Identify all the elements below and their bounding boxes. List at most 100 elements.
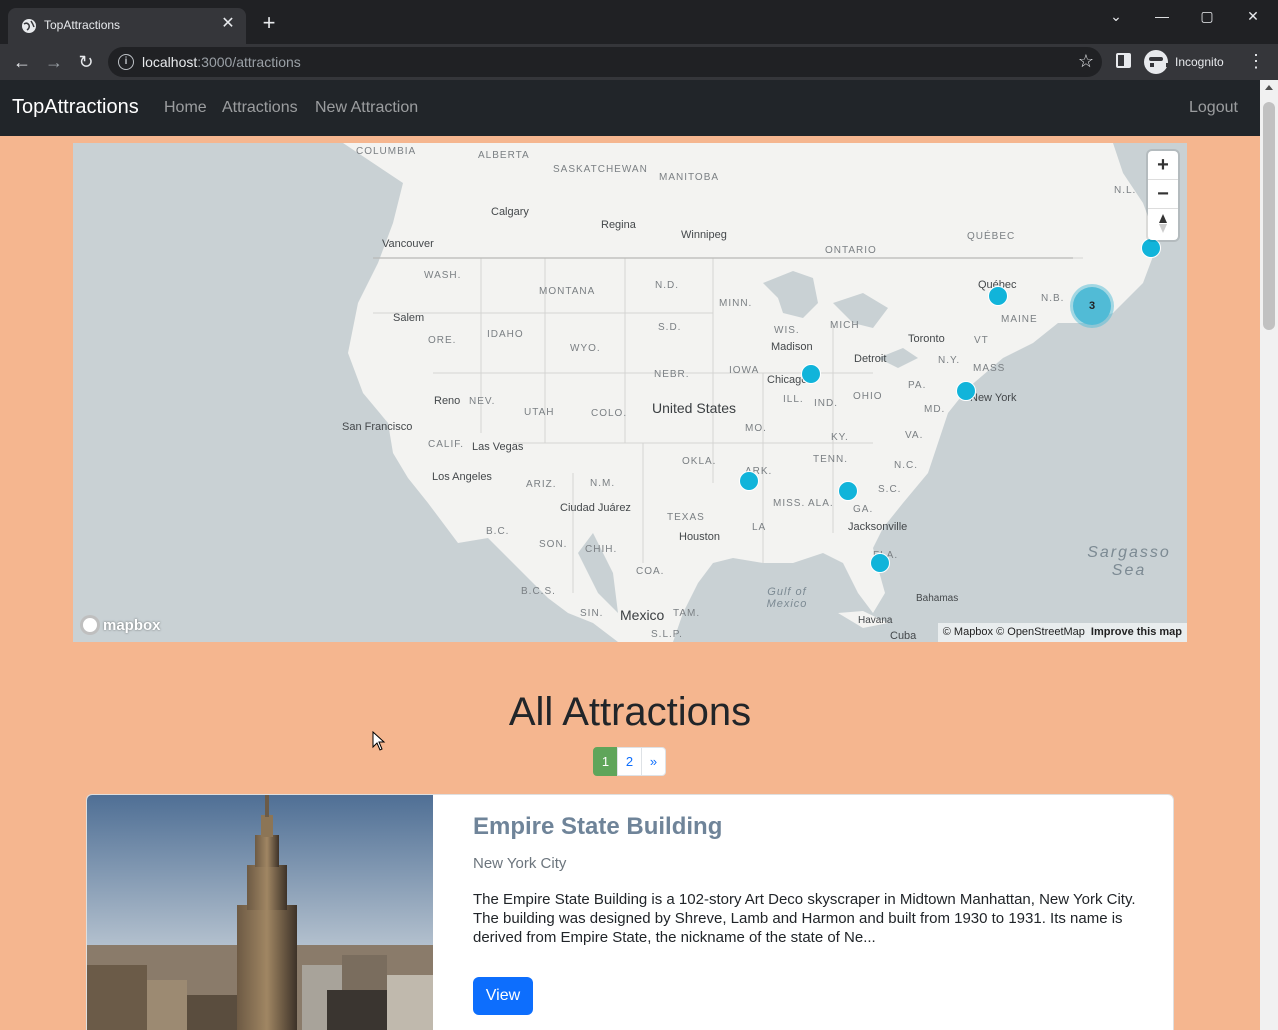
map-label: N.C. bbox=[894, 460, 918, 471]
map-label: SIN. bbox=[580, 608, 604, 619]
globe-icon bbox=[22, 19, 36, 33]
map-label: VA. bbox=[905, 430, 924, 441]
page-scrollbar[interactable] bbox=[1260, 80, 1278, 1030]
site-navbar: TopAttractions Home Attractions New Attr… bbox=[0, 80, 1260, 136]
map-label: WIS. bbox=[774, 325, 800, 336]
back-icon[interactable]: ← bbox=[10, 50, 34, 74]
map-label: IND. bbox=[814, 398, 838, 409]
attraction-location: New York City bbox=[473, 855, 567, 872]
map-label: NEV. bbox=[469, 396, 496, 407]
mapbox-logo[interactable]: mapbox bbox=[80, 615, 161, 635]
map-label: N.L. bbox=[1114, 185, 1137, 196]
map-city: Ciudad Juárez bbox=[560, 502, 631, 514]
map-city: New York bbox=[970, 392, 1017, 404]
map-label: TEXAS bbox=[667, 512, 705, 523]
map-label: ILL. bbox=[783, 394, 804, 405]
browser-menu-icon[interactable]: ⋮ bbox=[1247, 52, 1265, 70]
site-info-icon[interactable]: i bbox=[118, 54, 134, 70]
map-label: OHIO bbox=[853, 391, 883, 402]
map-label: N.M. bbox=[590, 478, 616, 489]
map-marker[interactable] bbox=[956, 381, 976, 401]
map-marker[interactable] bbox=[870, 553, 890, 573]
map-marker[interactable] bbox=[988, 286, 1008, 306]
map-label: N.D. bbox=[655, 280, 679, 291]
improve-map-link[interactable]: Improve this map bbox=[1091, 626, 1182, 638]
map-city: Cuba bbox=[890, 630, 917, 642]
cluster-map[interactable]: COLUMBIA ALBERTA SASKATCHEWAN MANITOBA N… bbox=[73, 143, 1187, 642]
map-city: Calgary bbox=[491, 206, 529, 218]
pagination: 1 2 » bbox=[593, 747, 666, 776]
map-basemap bbox=[73, 143, 1187, 642]
map-cluster[interactable]: 3 bbox=[1073, 287, 1111, 325]
map-label: WASH. bbox=[424, 270, 462, 281]
page-1-link[interactable]: 1 bbox=[593, 747, 618, 776]
compass-icon[interactable] bbox=[1148, 209, 1178, 238]
close-tab-icon[interactable]: ✕ bbox=[218, 14, 238, 34]
tab-search-icon[interactable]: ⌄ bbox=[1102, 6, 1130, 26]
page-2-link[interactable]: 2 bbox=[617, 747, 642, 776]
map-city: Havana bbox=[858, 615, 893, 626]
map-city: Reno bbox=[434, 395, 461, 407]
side-panel-icon[interactable] bbox=[1116, 53, 1131, 68]
map-label: SON. bbox=[539, 539, 568, 550]
address-bar[interactable]: i localhost:3000/attractions ☆ bbox=[108, 47, 1102, 77]
scrollbar-thumb[interactable] bbox=[1263, 102, 1275, 330]
close-window-icon[interactable]: ✕ bbox=[1239, 6, 1267, 26]
map-marker[interactable] bbox=[1141, 238, 1161, 258]
scroll-up-icon[interactable] bbox=[1265, 85, 1273, 90]
next-page-link[interactable]: » bbox=[641, 747, 666, 776]
minimize-icon[interactable]: — bbox=[1148, 6, 1176, 26]
map-label: VT bbox=[974, 335, 989, 346]
maximize-icon[interactable]: ▢ bbox=[1193, 6, 1221, 26]
map-label: MD. bbox=[924, 404, 946, 415]
map-label: S.L.P. bbox=[651, 629, 683, 640]
map-label: UTAH bbox=[524, 407, 555, 418]
map-city: Detroit bbox=[854, 353, 887, 365]
zoom-in-icon[interactable]: + bbox=[1148, 151, 1178, 180]
map-label: MASS bbox=[973, 363, 1006, 374]
map-label: TAM. bbox=[673, 608, 701, 619]
nav-link-attractions[interactable]: Attractions bbox=[222, 99, 298, 117]
incognito-profile-button[interactable]: Incognito bbox=[1144, 49, 1224, 75]
map-city: Toronto bbox=[908, 333, 945, 345]
new-tab-icon[interactable]: + bbox=[258, 12, 280, 35]
map-label: LA bbox=[752, 522, 767, 533]
map-label: MANITOBA bbox=[659, 172, 720, 183]
map-attribution: © Mapbox © OpenStreetMap Improve this map bbox=[937, 623, 1187, 642]
map-label: CALIF. bbox=[428, 439, 465, 450]
navbar-brand[interactable]: TopAttractions bbox=[12, 96, 139, 119]
map-label: GA. bbox=[853, 504, 874, 515]
attraction-card: Empire State Building New York City The … bbox=[86, 794, 1174, 1030]
browser-tab[interactable]: TopAttractions ✕ bbox=[8, 8, 246, 44]
map-label: ORE. bbox=[428, 335, 457, 346]
map-label: S.D. bbox=[658, 322, 682, 333]
map-city: Jacksonville bbox=[848, 521, 908, 533]
map-city: Bahamas bbox=[916, 593, 959, 604]
map-marker[interactable] bbox=[801, 364, 821, 384]
view-button[interactable]: View bbox=[473, 977, 533, 1015]
map-label: COA. bbox=[636, 566, 665, 577]
reload-icon[interactable]: ↻ bbox=[74, 50, 98, 74]
map-marker[interactable] bbox=[739, 471, 759, 491]
map-label: N.B. bbox=[1041, 293, 1065, 304]
map-marker[interactable] bbox=[838, 481, 858, 501]
map-label: B.C.S. bbox=[521, 586, 556, 597]
nav-link-home[interactable]: Home bbox=[164, 99, 207, 117]
nav-link-new-attraction[interactable]: New Attraction bbox=[315, 99, 418, 117]
attribution-text[interactable]: © Mapbox © OpenStreetMap bbox=[943, 626, 1085, 638]
forward-icon[interactable]: → bbox=[42, 50, 66, 74]
map-city: Salem bbox=[393, 312, 425, 324]
map-label: MONTANA bbox=[539, 286, 596, 297]
map-label: ARIZ. bbox=[526, 479, 557, 490]
mouse-cursor-icon bbox=[372, 731, 386, 751]
logout-link[interactable]: Logout bbox=[1189, 99, 1238, 117]
map-city: Las Vegas bbox=[472, 441, 524, 453]
mapbox-mark-icon bbox=[80, 615, 100, 635]
attraction-title: Empire State Building bbox=[473, 813, 723, 840]
sea-label: Gulf of Mexico bbox=[766, 586, 808, 610]
map-label: CHIH. bbox=[585, 544, 618, 555]
map-label: TENN. bbox=[813, 454, 848, 465]
map-label: N.Y. bbox=[938, 355, 961, 366]
zoom-out-icon[interactable]: − bbox=[1148, 180, 1178, 209]
bookmark-star-icon[interactable]: ☆ bbox=[1078, 51, 1094, 72]
